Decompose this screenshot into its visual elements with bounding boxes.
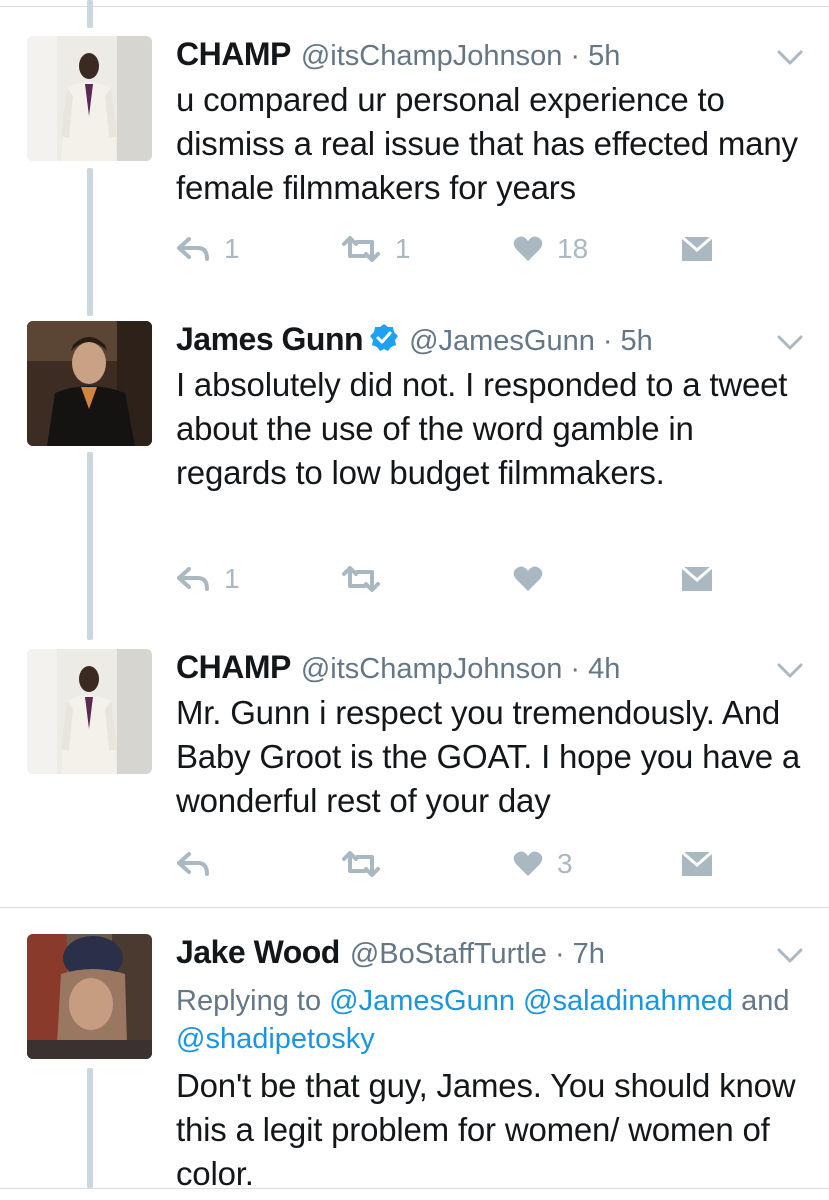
tweet-header: James Gunn @JamesGunn · 5h: [176, 321, 653, 365]
timestamp[interactable]: 7h: [573, 938, 605, 970]
direct-message-button[interactable]: [681, 561, 713, 597]
retweet-icon: [342, 851, 380, 877]
tweet-actions: 1 1 18: [176, 231, 736, 267]
chevron-down-icon[interactable]: [777, 50, 803, 66]
reply-icon: [177, 237, 209, 261]
avatar[interactable]: [27, 934, 152, 1059]
timestamp[interactable]: 5h: [621, 325, 653, 357]
tweet-text: Mr. Gunn i respect you tremendously. And…: [176, 694, 801, 819]
like-button[interactable]: [513, 561, 557, 597]
timestamp[interactable]: 5h: [588, 40, 620, 72]
reply-button[interactable]: [176, 846, 224, 882]
avatar-image-champ: [27, 36, 152, 161]
reply-icon: [177, 567, 209, 591]
chevron-down-icon[interactable]: [777, 663, 803, 679]
like-button[interactable]: 3: [513, 846, 573, 882]
tweet-text: I absolutely did not. I responded to a t…: [176, 366, 788, 491]
tweet[interactable]: CHAMP @itsChampJohnson · 5h u compared ur p…: [0, 36, 829, 308]
tweet-divider: [0, 907, 829, 908]
like-count: 18: [557, 233, 589, 264]
avatar-image-james-gunn: [27, 321, 152, 446]
retweet-button[interactable]: [341, 846, 395, 882]
like-button[interactable]: 18: [513, 231, 588, 267]
retweet-count: 1: [395, 233, 411, 264]
heart-icon: [513, 566, 543, 591]
replying-to-prefix: Replying to: [176, 985, 322, 1017]
display-name[interactable]: CHAMP: [176, 36, 291, 72]
tweet-actions: 1: [176, 561, 736, 597]
tweet-actions: 3: [176, 846, 736, 882]
user-handle[interactable]: @BoStaffTurtle: [350, 938, 547, 970]
mention-link[interactable]: @saladinahmed: [523, 985, 733, 1017]
tweet[interactable]: CHAMP @itsChampJohnson · 4h Mr. Gunn i resp…: [0, 649, 829, 899]
user-handle[interactable]: @itsChampJohnson: [301, 40, 563, 72]
direct-message-button[interactable]: [681, 846, 713, 882]
reply-count: 1: [224, 563, 240, 594]
tweet[interactable]: Jake Wood @BoStaffTurtle · 7h Replying to @…: [0, 934, 829, 1192]
reply-icon: [177, 852, 209, 876]
avatar[interactable]: [27, 36, 152, 161]
user-handle[interactable]: @JamesGunn: [409, 325, 595, 357]
user-handle[interactable]: @itsChampJohnson: [301, 653, 563, 685]
tweet-header: CHAMP @itsChampJohnson · 4h: [176, 649, 620, 693]
envelope-icon: [681, 236, 713, 261]
display-name[interactable]: CHAMP: [176, 649, 291, 685]
reply-button[interactable]: 1: [176, 231, 240, 267]
retweet-button[interactable]: 1: [341, 231, 411, 267]
tweet-text: Don't be that guy, James. You should kno…: [176, 1067, 796, 1192]
top-border: [0, 0, 829, 7]
separator-dot: ·: [570, 40, 581, 72]
avatar[interactable]: [27, 649, 152, 774]
retweet-icon: [342, 566, 380, 592]
avatar-image-jake-wood: [27, 934, 152, 1059]
heart-icon: [513, 236, 543, 261]
direct-message-button[interactable]: [681, 231, 713, 267]
bottom-border: [0, 1188, 829, 1189]
separator-dot: ·: [554, 938, 565, 970]
timestamp[interactable]: 4h: [588, 653, 620, 685]
avatar-image-champ: [27, 649, 152, 774]
tweet-header: CHAMP @itsChampJohnson · 5h: [176, 36, 620, 80]
reply-count: 1: [224, 233, 240, 264]
separator-dot: ·: [570, 653, 581, 685]
replying-to: Replying to @JamesGunn @saladinahmed and…: [176, 982, 806, 1058]
replying-to-and: and: [741, 985, 790, 1017]
like-count: 3: [557, 848, 573, 879]
mention-link[interactable]: @shadipetosky: [176, 1023, 375, 1055]
reply-button[interactable]: 1: [176, 561, 240, 597]
tweet-text: u compared ur personal experience to dis…: [176, 81, 798, 206]
tweet-header: Jake Wood @BoStaffTurtle · 7h: [176, 934, 605, 978]
tweet[interactable]: James Gunn @JamesGunn · 5h I absolutely did…: [0, 321, 829, 621]
display-name[interactable]: Jake Wood: [176, 934, 340, 970]
verified-badge-icon: [370, 324, 399, 351]
mention-link[interactable]: @JamesGunn: [329, 985, 515, 1017]
heart-icon: [513, 851, 543, 876]
retweet-button[interactable]: [341, 561, 395, 597]
display-name[interactable]: James Gunn: [176, 321, 364, 357]
separator-dot: ·: [602, 325, 613, 357]
chevron-down-icon[interactable]: [777, 948, 803, 964]
envelope-icon: [681, 566, 713, 591]
avatar[interactable]: [27, 321, 152, 446]
envelope-icon: [681, 851, 713, 876]
retweet-icon: [342, 236, 380, 262]
thread-line: [87, 0, 93, 28]
chevron-down-icon[interactable]: [777, 335, 803, 351]
